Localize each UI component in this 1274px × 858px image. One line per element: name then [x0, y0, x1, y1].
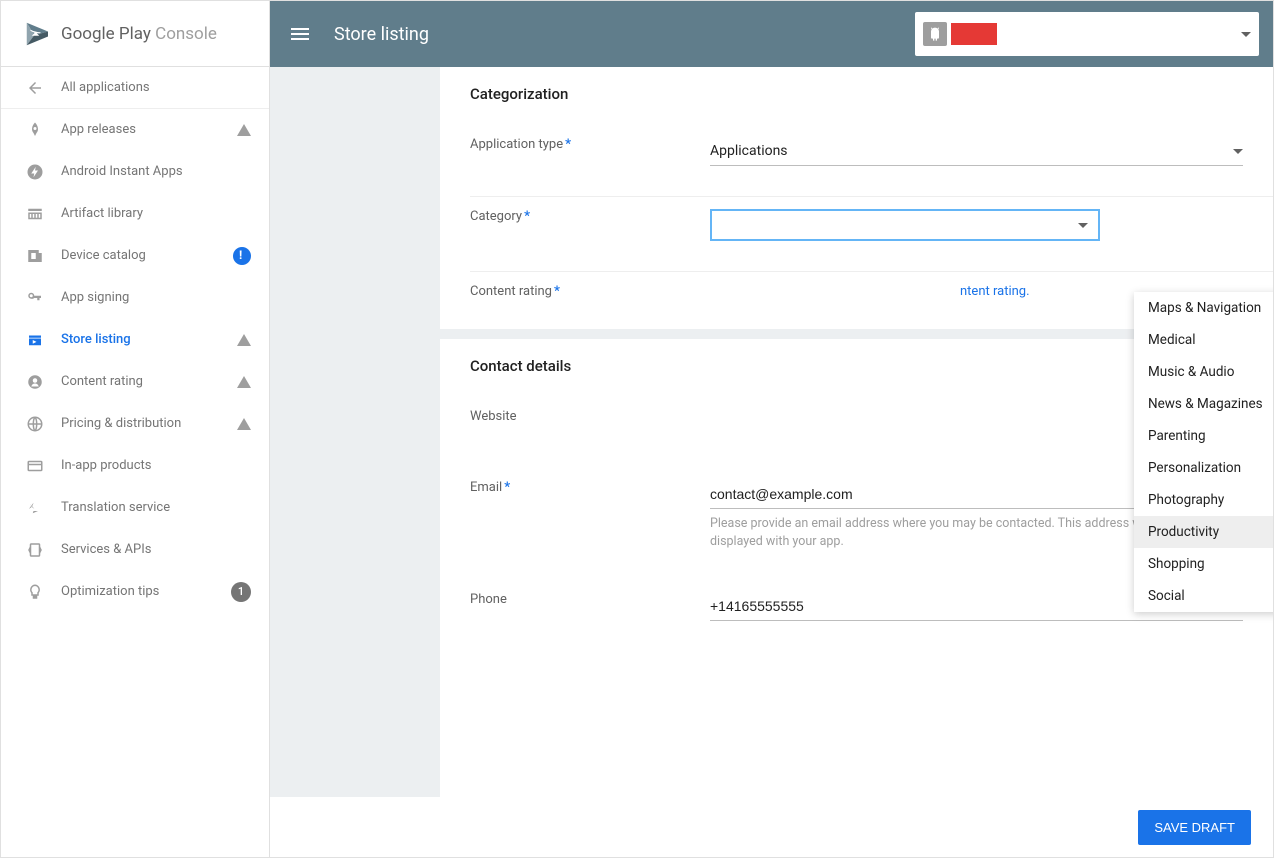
category-option[interactable]: Medical — [1134, 324, 1273, 356]
logo: Google Play Console — [1, 1, 269, 67]
library-icon — [25, 204, 45, 224]
save-draft-button[interactable]: SAVE DRAFT — [1138, 810, 1251, 845]
sidebar: Google Play Console All applications App… — [1, 1, 270, 857]
chevron-down-icon — [1233, 149, 1243, 154]
email-label: Email* — [470, 480, 710, 495]
bulb-icon — [25, 582, 45, 602]
chevron-down-icon — [1078, 223, 1088, 228]
chevron-down-icon — [1241, 32, 1251, 37]
nav-device-catalog[interactable]: Device catalog — [1, 235, 269, 277]
card-icon — [25, 456, 45, 476]
app-type-label: Application type* — [470, 137, 710, 152]
app-picker[interactable] — [915, 12, 1259, 56]
category-option[interactable]: News & Magazines — [1134, 388, 1273, 420]
nav-optimization-tips[interactable]: Optimization tips 1 — [1, 571, 269, 613]
warning-icon — [237, 418, 251, 430]
menu-icon[interactable] — [288, 22, 312, 46]
count-badge: 1 — [231, 582, 251, 602]
phone-label: Phone — [470, 592, 710, 607]
nav-services-apis[interactable]: Services & APIs — [1, 529, 269, 571]
back-arrow-icon — [25, 78, 45, 98]
app-name-redacted — [951, 23, 997, 45]
rating-icon — [25, 372, 45, 392]
category-option[interactable]: Maps & Navigation — [1134, 292, 1273, 324]
nav-artifact-library[interactable]: Artifact library — [1, 193, 269, 235]
category-option[interactable]: Social — [1134, 580, 1273, 612]
category-option[interactable]: Personalization — [1134, 452, 1273, 484]
content-rating-label: Content rating* — [470, 284, 710, 299]
app-type-select[interactable]: Applications — [710, 137, 1243, 166]
category-option[interactable]: Shopping — [1134, 548, 1273, 580]
categorization-section: Categorization Application type* Applica… — [440, 67, 1273, 329]
category-label: Category* — [470, 209, 710, 224]
nav-app-signing[interactable]: App signing — [1, 277, 269, 319]
info-badge-icon — [233, 247, 251, 265]
left-gutter — [270, 67, 440, 857]
category-option[interactable]: Productivity — [1134, 516, 1273, 548]
rocket-icon — [25, 120, 45, 140]
bolt-icon — [25, 162, 45, 182]
nav-pricing[interactable]: Pricing & distribution — [1, 403, 269, 445]
category-option[interactable]: Music & Audio — [1134, 356, 1273, 388]
header-bar: Store listing — [270, 1, 1273, 67]
warning-icon — [237, 376, 251, 388]
categorization-heading: Categorization — [470, 85, 1273, 103]
page-title: Store listing — [334, 24, 429, 45]
category-dropdown: Maps & NavigationMedicalMusic & AudioNew… — [1134, 292, 1273, 612]
logo-text: Google Play Console — [61, 24, 217, 44]
nav-translation[interactable]: Translation service — [1, 487, 269, 529]
translate-icon — [25, 498, 45, 518]
play-console-logo-icon — [23, 19, 53, 49]
nav-all-applications[interactable]: All applications — [1, 67, 269, 109]
warning-icon — [237, 124, 251, 136]
nav-instant-apps[interactable]: Android Instant Apps — [1, 151, 269, 193]
nav-in-app-products[interactable]: In-app products — [1, 445, 269, 487]
nav-content-rating[interactable]: Content rating — [1, 361, 269, 403]
services-icon — [25, 540, 45, 560]
shop-icon — [25, 330, 45, 350]
globe-icon — [25, 414, 45, 434]
website-label: Website — [470, 409, 710, 424]
key-icon — [25, 288, 45, 308]
category-select[interactable] — [710, 209, 1100, 241]
nav-app-releases[interactable]: App releases — [1, 109, 269, 151]
warning-icon — [237, 334, 251, 346]
nav-store-listing[interactable]: Store listing — [1, 319, 269, 361]
device-icon — [25, 246, 45, 266]
category-option[interactable]: Photography — [1134, 484, 1273, 516]
android-icon — [923, 22, 947, 46]
category-option[interactable]: Parenting — [1134, 420, 1273, 452]
footer: SAVE DRAFT — [270, 797, 1273, 857]
content-rating-link[interactable]: ntent rating. — [960, 284, 1030, 299]
main: Store listing Categorization Applicatio — [270, 1, 1273, 857]
